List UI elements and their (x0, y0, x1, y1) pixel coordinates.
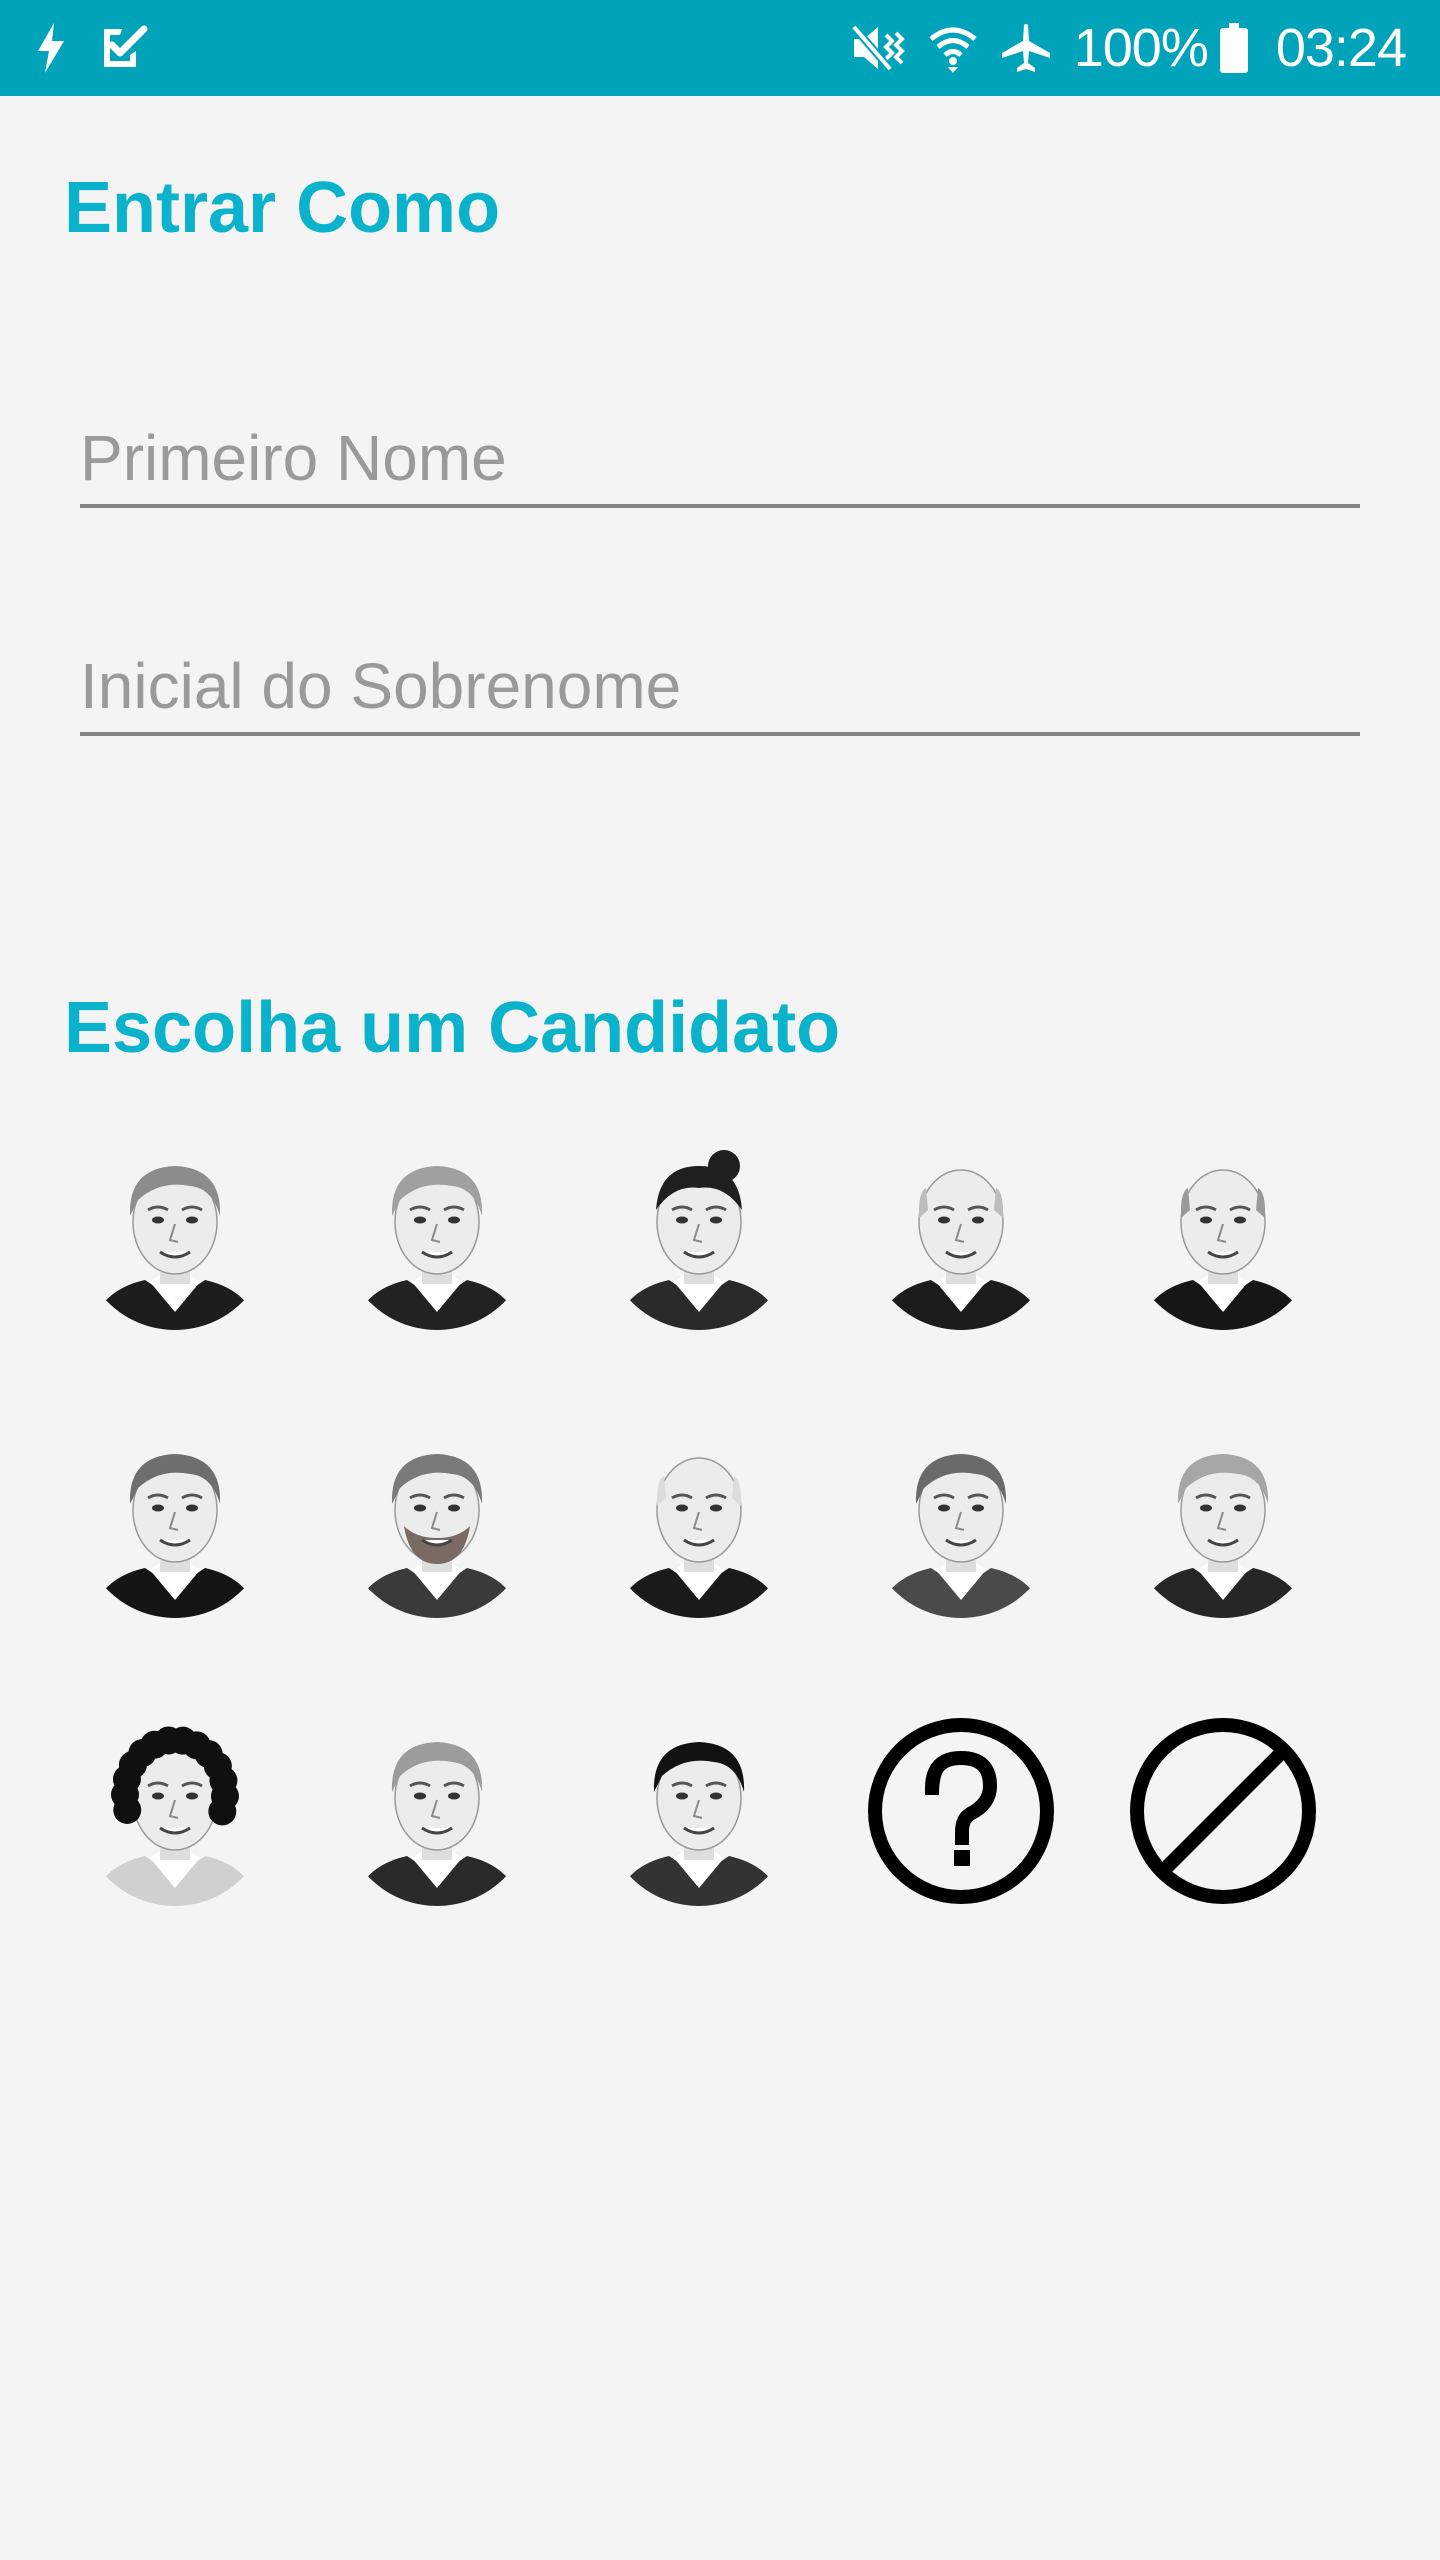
candidate-2-button[interactable] (342, 1140, 532, 1330)
battery-icon (1219, 23, 1248, 73)
candidate-portrait (80, 1716, 270, 1906)
wifi-icon (928, 23, 978, 73)
flash-icon (36, 23, 66, 73)
candidate-portrait (1128, 1140, 1318, 1330)
first-name-input[interactable] (80, 412, 1360, 504)
candidate-7-button[interactable] (342, 1428, 532, 1618)
candidate-portrait (604, 1428, 794, 1618)
candidate-4-button[interactable] (866, 1140, 1056, 1330)
last-initial-field (80, 640, 1360, 736)
candidate-6-button[interactable] (80, 1428, 270, 1618)
first-name-field (80, 412, 1360, 508)
candidate-portrait (604, 1716, 794, 1906)
candidate-9-button[interactable] (866, 1428, 1056, 1618)
status-bar-right: 100% 03:24 (828, 17, 1407, 79)
last-initial-input[interactable] (80, 640, 1360, 732)
candidate-3-button[interactable] (604, 1140, 794, 1330)
candidate-13-button[interactable] (604, 1716, 794, 1906)
candidate-portrait (604, 1140, 794, 1330)
candidate-portrait (866, 1428, 1056, 1618)
candidate-section-title: Escolha um Candidato (64, 988, 841, 1068)
candidate-5-button[interactable] (1128, 1140, 1318, 1330)
candidate-portrait (342, 1716, 532, 1906)
airplane-mode-icon (1000, 23, 1052, 73)
status-bar: 100% 03:24 (0, 0, 1440, 96)
prohibited-circle-icon (1130, 1718, 1316, 1904)
vibrate-mute-icon (850, 23, 906, 73)
unknown-candidate-button[interactable] (866, 1716, 1056, 1906)
status-bar-left (36, 23, 182, 73)
candidate-portrait (80, 1428, 270, 1618)
question-circle-icon (868, 1718, 1054, 1904)
candidate-10-button[interactable] (1128, 1428, 1318, 1618)
candidate-grid (80, 1140, 1380, 1906)
candidate-12-button[interactable] (342, 1716, 532, 1906)
login-title: Entrar Como (64, 168, 501, 248)
candidate-8-button[interactable] (604, 1428, 794, 1618)
clock: 03:24 (1275, 18, 1407, 78)
task-check-icon (100, 25, 148, 71)
candidate-portrait (866, 1140, 1056, 1330)
battery-percent: 100% (1073, 18, 1209, 78)
candidate-portrait (342, 1428, 532, 1618)
candidate-portrait (80, 1140, 270, 1330)
no-candidate-button[interactable] (1128, 1716, 1318, 1906)
candidate-1-button[interactable] (80, 1140, 270, 1330)
candidate-portrait (1128, 1428, 1318, 1618)
candidate-11-button[interactable] (80, 1716, 270, 1906)
candidate-portrait (342, 1140, 532, 1330)
